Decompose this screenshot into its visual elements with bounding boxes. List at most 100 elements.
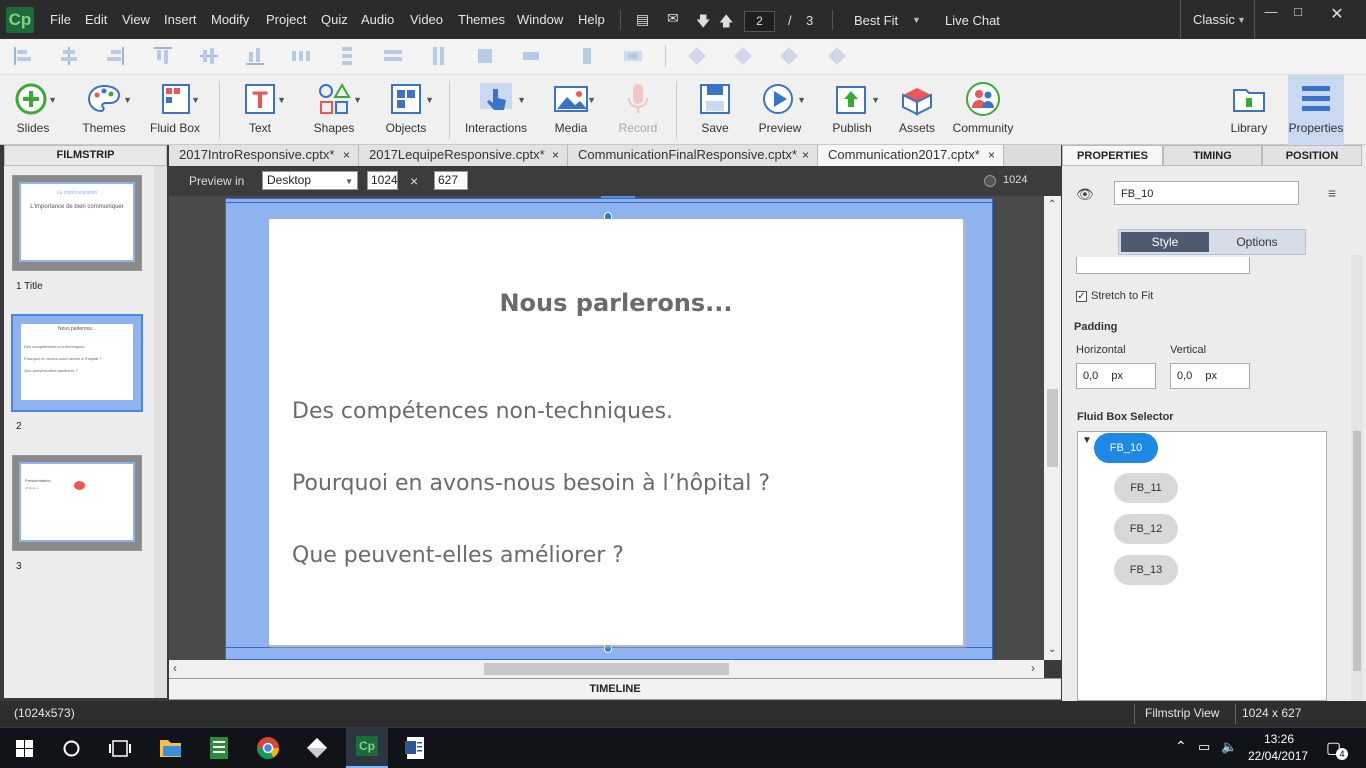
menu-help[interactable]: Help [578,12,605,27]
chevron-up-icon[interactable]: ⌃ [1175,738,1187,755]
chevron-down-icon[interactable]: ▼ [1237,15,1246,25]
slide-bullet-2[interactable]: Pourquoi en avons-nous besoin à l’hôpita… [292,471,770,496]
close-tab-icon[interactable]: × [988,145,995,165]
menu-edit[interactable]: Edit [85,12,107,27]
scroll-down-icon[interactable]: ⌄ [1048,644,1056,655]
close-icon[interactable]: ✕ [1322,4,1352,23]
stage-horizontal-scrollbar[interactable]: ‹ › [169,660,1044,678]
style-tab[interactable]: Style [1121,232,1209,252]
same-width-icon[interactable] [384,47,402,65]
vertical-padding-input[interactable]: 0,0 px [1170,363,1250,389]
menu-modify[interactable]: Modify [211,12,249,27]
menu-themes[interactable]: Themes [458,12,505,27]
community-button[interactable]: Community [952,75,1014,145]
fit-slide-icon[interactable] [624,47,642,65]
menu-view[interactable]: View [122,12,150,27]
menu-file[interactable]: File [50,12,71,27]
library-button[interactable]: Library [1222,75,1276,145]
objects-button[interactable]: ▼ Objects [378,75,434,145]
vertical-scroll-thumb[interactable] [1047,389,1058,467]
preview-button[interactable]: ▼ Preview [752,75,808,145]
same-size-icon[interactable] [476,47,494,65]
clock-time[interactable]: 13:26 [1264,732,1294,746]
file-explorer-icon[interactable] [150,732,190,764]
mail-icon[interactable]: ✉ [667,10,679,27]
assets-button[interactable]: Assets [892,75,942,145]
align-center-icon[interactable] [60,47,78,65]
arrow-up-icon[interactable]: 🡅 [719,11,733,35]
chrome-icon[interactable] [248,732,288,764]
ruler-handle-icon[interactable] [984,175,996,187]
chevron-down-icon[interactable]: ▼ [912,15,921,25]
scroll-up-icon[interactable]: ⌃ [1048,199,1056,210]
distribute-horizontal-icon[interactable] [292,47,310,65]
tab-communicationfinal[interactable]: CommunicationFinalResponsive.cptx* × [568,145,818,166]
slide-thumbnail-3[interactable]: Présidentation AT Eva Le [12,455,142,551]
fluid-box-fb13[interactable]: FB_13 [1114,555,1178,585]
maximize-icon[interactable]: □ [1283,4,1313,20]
fluid-box-button[interactable]: ▼ Fluid Box [146,75,204,145]
slide-bullet-3[interactable]: Que peuvent-elles améliorer ? [292,543,624,568]
align-left-icon[interactable] [14,47,32,65]
tab-properties[interactable]: PROPERTIES [1062,145,1163,166]
page-number-input[interactable]: 2 [744,11,775,32]
preview-height-input[interactable]: 627 [434,171,468,190]
horizontal-padding-input[interactable]: 0,0 px [1076,363,1156,389]
bring-forward-icon[interactable] [688,47,706,65]
workspace-select[interactable]: Classic [1193,12,1235,27]
task-view-icon[interactable] [109,740,131,757]
tab-timing[interactable]: TIMING [1163,145,1262,166]
stage-vertical-scrollbar[interactable]: ⌃ ⌄ [1044,196,1061,660]
tab-communication2017[interactable]: Communication2017.cptx* × [818,145,1004,166]
panel-scroll-thumb[interactable] [1353,431,1361,671]
menu-video[interactable]: Video [410,12,443,27]
slide-canvas[interactable]: Nous parlerons... Des compétences non-te… [269,219,963,645]
captivate-taskbar-button[interactable]: Cp [346,728,388,768]
menu-window[interactable]: Window [517,12,563,27]
panel-menu-icon[interactable]: ≡ [1328,185,1336,201]
battery-icon[interactable]: ▭ [1198,739,1210,755]
center-horizontal-icon[interactable] [522,47,540,65]
close-tab-icon[interactable]: × [552,145,559,165]
text-button[interactable]: T ▼ Text [232,75,288,145]
slide-thumbnail-1[interactable]: La communication L'importance de bien co… [12,175,142,271]
center-vertical-icon[interactable] [578,47,596,65]
save-button[interactable]: Save [690,75,740,145]
menu-audio[interactable]: Audio [361,12,394,27]
menu-quiz[interactable]: Quiz [321,12,348,27]
stretch-checkbox[interactable]: ✓ [1076,291,1087,302]
send-to-back-icon[interactable] [828,47,846,65]
slide-thumbnail-2[interactable]: Nous parlerons... Des compétences non-te… [11,314,143,412]
visibility-eye-icon[interactable]: 👁 [1076,186,1094,203]
live-chat-link[interactable]: Live Chat [945,13,1000,28]
horizontal-scroll-thumb[interactable] [484,663,729,675]
fluid-box-fb10[interactable]: FB_10 [1094,433,1158,463]
tab-2017intro[interactable]: 2017IntroResponsive.cptx* × [169,145,359,166]
menu-project[interactable]: Project [266,12,306,27]
word-document-icon[interactable] [395,732,435,764]
comment-icon[interactable]: ▤ [636,11,649,28]
interactions-button[interactable]: ▼ Interactions [462,75,530,145]
themes-button[interactable]: ▼ Themes [74,75,134,145]
minimize-icon[interactable]: — [1256,4,1286,20]
shapes-button[interactable]: ▼ Shapes [304,75,364,145]
align-middle-icon[interactable] [200,47,218,65]
search-icon[interactable] [63,740,80,757]
zoom-select[interactable]: Best Fit [854,13,898,28]
properties-button[interactable]: Properties [1288,75,1344,145]
device-select[interactable]: Desktop ▼ [262,171,358,190]
align-right-icon[interactable] [106,47,124,65]
scroll-left-icon[interactable]: ‹ [173,661,177,675]
fluid-box-fb12[interactable]: FB_12 [1114,514,1178,544]
publish-button[interactable]: ▼ Publish [822,75,882,145]
spreadsheet-app-icon[interactable] [199,732,239,764]
fluid-box-fb11[interactable]: FB_11 [1114,473,1178,503]
expand-arrow-icon[interactable]: ▼ [1082,435,1092,446]
tab-position[interactable]: POSITION [1262,145,1362,166]
media-button[interactable]: ▼ Media [542,75,600,145]
object-name-input[interactable]: FB_10 [1114,181,1299,205]
preview-width-input[interactable]: 1024 [367,171,398,190]
slides-button[interactable]: ▼ Slides [6,75,60,145]
panel-scrollbar[interactable] [1351,255,1363,701]
send-backward-icon[interactable] [734,47,752,65]
